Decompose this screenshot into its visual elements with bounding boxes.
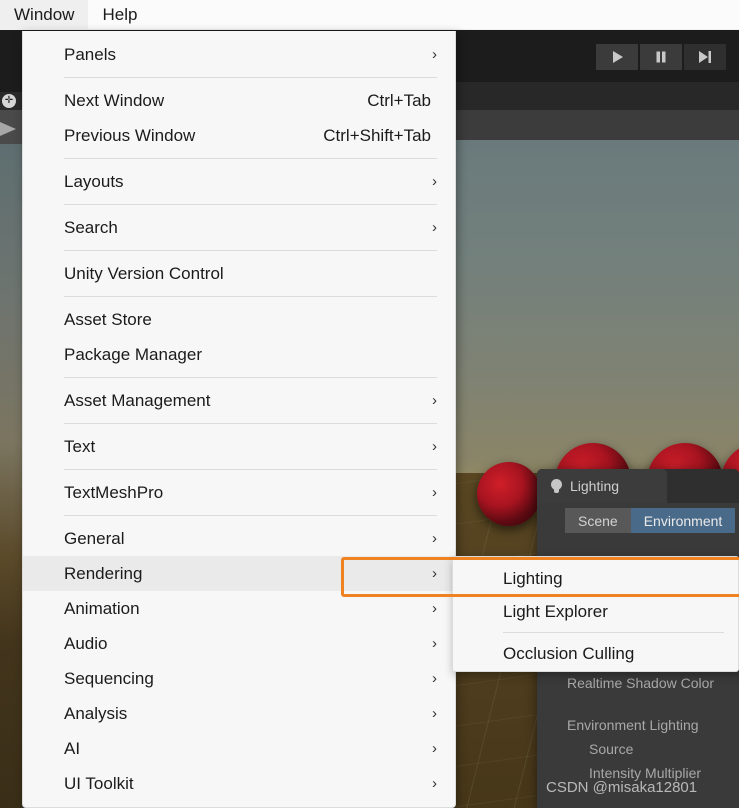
chevron-right-icon: › bbox=[432, 219, 437, 236]
menu-item-label: Analysis bbox=[64, 703, 128, 723]
menu-item-label: Text bbox=[64, 436, 96, 456]
submenu-item-occlusion-culling[interactable]: Occlusion Culling bbox=[453, 637, 738, 670]
pause-button[interactable] bbox=[640, 44, 682, 70]
chevron-right-icon: › bbox=[432, 46, 437, 63]
menu-separator bbox=[64, 515, 437, 516]
menu-item-asset-management[interactable]: Asset Management › bbox=[23, 383, 455, 418]
chevron-right-icon: › bbox=[432, 740, 437, 757]
menu-item-sequencing[interactable]: Sequencing › bbox=[23, 661, 455, 696]
chevron-right-icon: › bbox=[432, 173, 437, 190]
menu-separator bbox=[64, 204, 437, 205]
lighting-window-tabbar: Lighting bbox=[537, 469, 739, 503]
menu-item-label: Animation bbox=[64, 598, 140, 618]
chevron-right-icon: › bbox=[432, 565, 437, 582]
menu-item-general[interactable]: General › bbox=[23, 521, 455, 556]
menu-item-label: Sequencing bbox=[64, 668, 154, 688]
menu-separator bbox=[64, 469, 437, 470]
menu-item-label: Rendering bbox=[64, 563, 143, 583]
row-source: Source bbox=[589, 741, 634, 757]
menu-item-shortcut: Ctrl+Shift+Tab bbox=[323, 125, 431, 145]
menu-item-label: Next Window bbox=[64, 90, 165, 110]
menu-bar: Window Help bbox=[0, 0, 739, 30]
rendering-submenu[interactable]: Lighting Light Explorer Occlusion Cullin… bbox=[452, 556, 739, 672]
menu-item-panels[interactable]: Panels › bbox=[23, 37, 455, 72]
tab-lighting-label: Lighting bbox=[570, 478, 620, 494]
menu-separator bbox=[64, 250, 437, 251]
chevron-right-icon: › bbox=[432, 775, 437, 792]
menu-item-label: UI Toolkit bbox=[64, 773, 134, 793]
menu-item-label: Layouts bbox=[64, 171, 124, 191]
menu-item-label: Previous Window bbox=[64, 125, 196, 145]
scene-sphere[interactable] bbox=[477, 462, 541, 526]
menu-separator bbox=[64, 423, 437, 424]
lighting-window-segments: Scene Environment bbox=[537, 503, 739, 539]
menu-item-label: General bbox=[64, 528, 125, 548]
left-dock-toolbar-sliver bbox=[0, 30, 22, 92]
chevron-right-icon: › bbox=[432, 530, 437, 547]
window-dropdown-menu[interactable]: Panels › Next Window Ctrl+Tab Previous W… bbox=[22, 31, 456, 808]
menubar-item-help[interactable]: Help bbox=[88, 0, 151, 30]
play-controls-group bbox=[596, 44, 726, 70]
menu-item-label: Panels bbox=[64, 44, 116, 64]
menu-item-shortcut: Ctrl+Tab bbox=[367, 90, 431, 110]
collapse-triangle-icon[interactable] bbox=[0, 122, 16, 136]
play-button[interactable] bbox=[596, 44, 638, 70]
screenshot-root: ✛ Lighting Scene Environment Realtime Sh… bbox=[0, 0, 739, 808]
segment-environment[interactable]: Environment bbox=[630, 508, 736, 533]
submenu-item-lighting[interactable]: Lighting bbox=[453, 562, 738, 595]
chevron-right-icon: › bbox=[432, 392, 437, 409]
tab-lighting[interactable]: Lighting bbox=[537, 469, 667, 503]
lightbulb-icon bbox=[550, 478, 563, 494]
menu-separator bbox=[64, 377, 437, 378]
menu-item-textmeshpro[interactable]: TextMeshPro › bbox=[23, 475, 455, 510]
row-environment-lighting: Environment Lighting bbox=[567, 717, 699, 733]
menu-item-label: Unity Version Control bbox=[64, 263, 224, 283]
menu-item-next-window[interactable]: Next Window Ctrl+Tab bbox=[23, 83, 455, 118]
menu-item-search[interactable]: Search › bbox=[23, 210, 455, 245]
menu-item-animation[interactable]: Animation › bbox=[23, 591, 455, 626]
play-icon bbox=[613, 51, 623, 63]
menu-item-label: AI bbox=[64, 738, 81, 758]
menu-item-package-manager[interactable]: Package Manager bbox=[23, 337, 455, 372]
chevron-right-icon: › bbox=[432, 670, 437, 687]
menu-item-unity-version-control[interactable]: Unity Version Control bbox=[23, 256, 455, 291]
menu-item-label: Package Manager bbox=[64, 344, 202, 364]
menu-separator bbox=[64, 296, 437, 297]
chevron-right-icon: › bbox=[432, 635, 437, 652]
menu-item-text[interactable]: Text › bbox=[23, 429, 455, 464]
menu-item-label: Search bbox=[64, 217, 118, 237]
menu-item-label: Audio bbox=[64, 633, 108, 653]
menu-item-analysis[interactable]: Analysis › bbox=[23, 696, 455, 731]
chevron-right-icon: › bbox=[432, 600, 437, 617]
pause-icon bbox=[656, 51, 666, 63]
menu-item-layouts[interactable]: Layouts › bbox=[23, 164, 455, 199]
menu-item-asset-store[interactable]: Asset Store bbox=[23, 302, 455, 337]
menu-item-previous-window[interactable]: Previous Window Ctrl+Shift+Tab bbox=[23, 118, 455, 153]
menu-item-ai[interactable]: AI › bbox=[23, 731, 455, 766]
menubar-item-window[interactable]: Window bbox=[0, 0, 89, 30]
menu-separator bbox=[64, 77, 437, 78]
watermark: CSDN @misaka12801 bbox=[546, 779, 698, 796]
menu-item-rendering[interactable]: Rendering › bbox=[23, 556, 455, 591]
submenu-separator bbox=[503, 632, 724, 633]
chevron-right-icon: › bbox=[432, 438, 437, 455]
menu-item-ui-toolkit[interactable]: UI Toolkit › bbox=[23, 766, 455, 801]
menu-item-audio[interactable]: Audio › bbox=[23, 626, 455, 661]
step-icon bbox=[699, 51, 711, 63]
menu-item-label: TextMeshPro bbox=[64, 482, 164, 502]
step-button[interactable] bbox=[684, 44, 726, 70]
chevron-right-icon: › bbox=[432, 705, 437, 722]
menu-item-label: Asset Store bbox=[64, 309, 152, 329]
gizmo-handle-icon[interactable]: ✛ bbox=[2, 94, 16, 108]
chevron-right-icon: › bbox=[432, 484, 437, 501]
left-dock-scene-sliver bbox=[0, 144, 22, 808]
submenu-item-light-explorer[interactable]: Light Explorer bbox=[453, 595, 738, 628]
menu-separator bbox=[64, 158, 437, 159]
segment-scene[interactable]: Scene bbox=[565, 508, 631, 533]
row-realtime-shadow-color: Realtime Shadow Color bbox=[567, 675, 715, 691]
menu-item-label: Asset Management bbox=[64, 390, 211, 410]
